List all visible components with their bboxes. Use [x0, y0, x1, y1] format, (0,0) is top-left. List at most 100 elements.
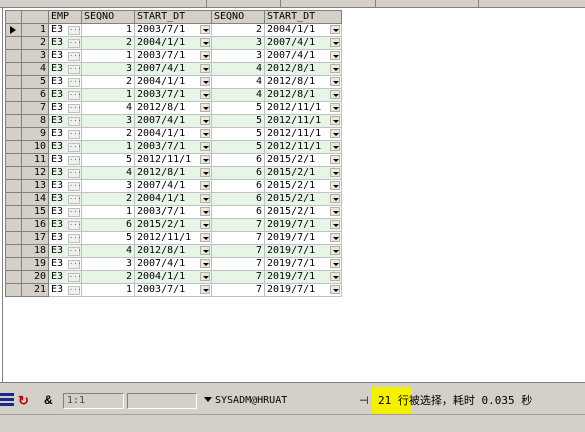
cell-start-dt-2[interactable]: 2019/7/1 — [264, 257, 342, 271]
ellipsis-button[interactable]: ··· — [68, 208, 81, 217]
row-indicator[interactable] — [5, 283, 22, 297]
cell-start-dt[interactable]: 2007/4/1 — [134, 257, 212, 271]
date-dropdown-icon[interactable] — [200, 168, 210, 177]
cell-start-dt-2[interactable]: 2019/7/1 — [264, 231, 342, 245]
date-dropdown-icon[interactable] — [200, 90, 210, 99]
grid-view-icon[interactable] — [0, 393, 14, 407]
date-dropdown-icon[interactable] — [200, 142, 210, 151]
cell-start-dt-2[interactable]: 2019/7/1 — [264, 218, 342, 232]
cell-seqno-2[interactable]: 5 — [211, 114, 265, 128]
date-dropdown-icon[interactable] — [330, 38, 340, 47]
row-indicator[interactable] — [5, 179, 22, 193]
date-dropdown-icon[interactable] — [200, 233, 210, 242]
date-dropdown-icon[interactable] — [330, 103, 340, 112]
table-row[interactable]: 15 E3 ··· 1 2003/7/1 6 2015/2/1 — [5, 205, 342, 219]
cell-seqno-2[interactable]: 7 — [211, 270, 265, 284]
row-indicator[interactable] — [5, 75, 22, 89]
date-dropdown-icon[interactable] — [330, 220, 340, 229]
cell-start-dt[interactable]: 2012/11/1 — [134, 153, 212, 167]
cell-start-dt-2[interactable]: 2004/1/1 — [264, 23, 342, 37]
cell-seqno-2[interactable]: 6 — [211, 179, 265, 193]
ellipsis-button[interactable]: ··· — [68, 104, 81, 113]
table-row[interactable]: 7 E3 ··· 4 2012/8/1 5 2012/11/1 — [5, 101, 342, 115]
date-dropdown-icon[interactable] — [330, 116, 340, 125]
row-indicator[interactable] — [5, 153, 22, 167]
column-header-start-dt[interactable]: START_DT — [134, 10, 212, 24]
date-dropdown-icon[interactable] — [200, 25, 210, 34]
date-dropdown-icon[interactable] — [200, 220, 210, 229]
cell-seqno-2[interactable]: 6 — [211, 153, 265, 167]
cell-start-dt[interactable]: 2007/4/1 — [134, 62, 212, 76]
cell-seqno[interactable]: 2 — [81, 75, 135, 89]
row-number[interactable]: 13 — [21, 179, 49, 193]
cell-emp[interactable]: E3 ··· — [48, 166, 82, 180]
ellipsis-button[interactable]: ··· — [68, 91, 81, 100]
cell-seqno[interactable]: 2 — [81, 192, 135, 206]
date-dropdown-icon[interactable] — [200, 272, 210, 281]
row-number[interactable]: 18 — [21, 244, 49, 258]
row-number[interactable]: 15 — [21, 205, 49, 219]
date-dropdown-icon[interactable] — [330, 194, 340, 203]
cell-seqno-2[interactable]: 7 — [211, 257, 265, 271]
date-dropdown-icon[interactable] — [200, 285, 210, 294]
cell-start-dt[interactable]: 2012/8/1 — [134, 244, 212, 258]
cell-start-dt[interactable]: 2007/4/1 — [134, 114, 212, 128]
ellipsis-button[interactable]: ··· — [68, 39, 81, 48]
cell-start-dt[interactable]: 2003/7/1 — [134, 49, 212, 63]
ellipsis-button[interactable]: ··· — [68, 221, 81, 230]
cell-start-dt-2[interactable]: 2012/8/1 — [264, 62, 342, 76]
table-row[interactable]: 3 E3 ··· 1 2003/7/1 3 2007/4/1 — [5, 49, 342, 63]
date-dropdown-icon[interactable] — [330, 64, 340, 73]
ellipsis-button[interactable]: ··· — [68, 143, 81, 152]
cell-seqno[interactable]: 4 — [81, 166, 135, 180]
cell-seqno-2[interactable]: 6 — [211, 192, 265, 206]
row-indicator[interactable] — [5, 49, 22, 63]
refresh-icon[interactable]: ↻ — [18, 394, 29, 407]
cell-start-dt-2[interactable]: 2015/2/1 — [264, 192, 342, 206]
cell-emp[interactable]: E3 ··· — [48, 49, 82, 63]
ellipsis-button[interactable]: ··· — [68, 130, 81, 139]
row-number[interactable]: 12 — [21, 166, 49, 180]
cell-start-dt-2[interactable]: 2012/11/1 — [264, 140, 342, 154]
cell-start-dt-2[interactable]: 2007/4/1 — [264, 49, 342, 63]
ellipsis-button[interactable]: ··· — [68, 234, 81, 243]
cell-emp[interactable]: E3 ··· — [48, 205, 82, 219]
cell-seqno[interactable]: 5 — [81, 231, 135, 245]
table-row[interactable]: 11 E3 ··· 5 2012/11/1 6 2015/2/1 — [5, 153, 342, 167]
cell-emp[interactable]: E3 ··· — [48, 179, 82, 193]
cell-emp[interactable]: E3 ··· — [48, 283, 82, 297]
row-indicator[interactable] — [5, 205, 22, 219]
table-row[interactable]: 1 E3 ··· 1 2003/7/1 2 2004/1/1 — [5, 23, 342, 37]
cell-seqno-2[interactable]: 5 — [211, 101, 265, 115]
table-row[interactable]: 9 E3 ··· 2 2004/1/1 5 2012/11/1 — [5, 127, 342, 141]
connection-dropdown-icon[interactable] — [204, 397, 212, 402]
row-number[interactable]: 3 — [21, 49, 49, 63]
cell-start-dt[interactable]: 2004/1/1 — [134, 127, 212, 141]
date-dropdown-icon[interactable] — [330, 51, 340, 60]
cell-seqno-2[interactable]: 7 — [211, 244, 265, 258]
row-indicator[interactable] — [5, 244, 22, 258]
date-dropdown-icon[interactable] — [200, 51, 210, 60]
row-number[interactable]: 8 — [21, 114, 49, 128]
cell-start-dt-2[interactable]: 2012/8/1 — [264, 75, 342, 89]
cell-start-dt[interactable]: 2003/7/1 — [134, 205, 212, 219]
date-dropdown-icon[interactable] — [330, 25, 340, 34]
cell-seqno-2[interactable]: 4 — [211, 88, 265, 102]
table-row[interactable]: 6 E3 ··· 1 2003/7/1 4 2012/8/1 — [5, 88, 342, 102]
cell-seqno[interactable]: 2 — [81, 270, 135, 284]
table-row[interactable]: 13 E3 ··· 3 2007/4/1 6 2015/2/1 — [5, 179, 342, 193]
cell-start-dt-2[interactable]: 2015/2/1 — [264, 205, 342, 219]
cell-emp[interactable]: E3 ··· — [48, 153, 82, 167]
date-dropdown-icon[interactable] — [200, 38, 210, 47]
cell-start-dt[interactable]: 2015/2/1 — [134, 218, 212, 232]
cell-seqno-2[interactable]: 5 — [211, 140, 265, 154]
cell-seqno-2[interactable]: 7 — [211, 218, 265, 232]
cell-start-dt[interactable]: 2003/7/1 — [134, 88, 212, 102]
cell-emp[interactable]: E3 ··· — [48, 88, 82, 102]
cell-start-dt[interactable]: 2012/11/1 — [134, 231, 212, 245]
cell-start-dt[interactable]: 2012/8/1 — [134, 101, 212, 115]
column-header-seqno-2[interactable]: SEQNO — [211, 10, 265, 24]
table-row[interactable]: 12 E3 ··· 4 2012/8/1 6 2015/2/1 — [5, 166, 342, 180]
row-indicator[interactable] — [5, 257, 22, 271]
cell-seqno-2[interactable]: 6 — [211, 205, 265, 219]
